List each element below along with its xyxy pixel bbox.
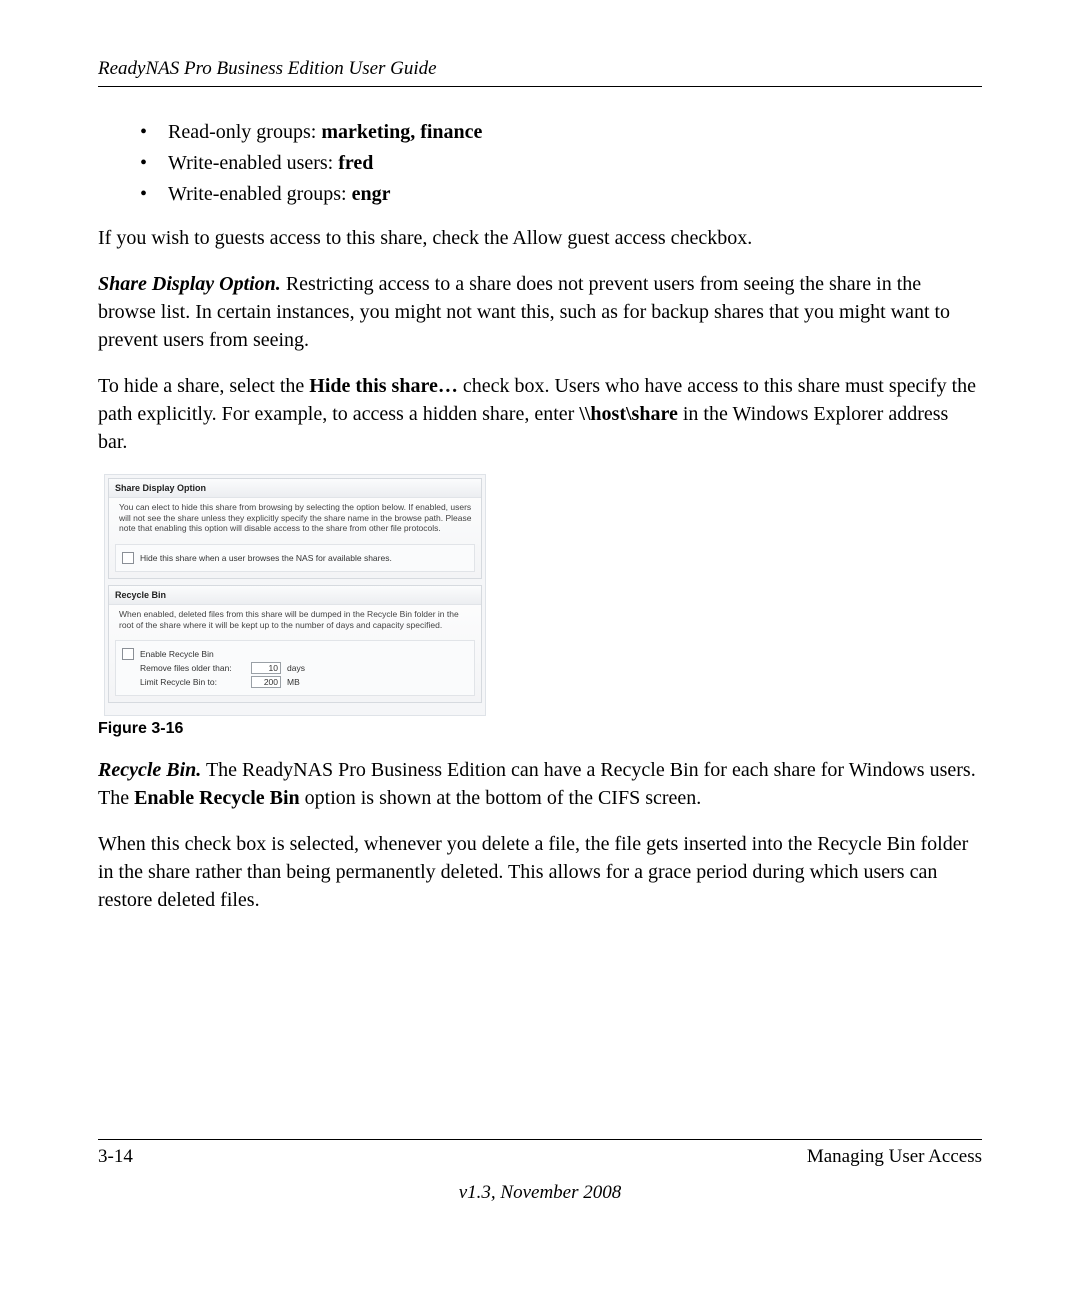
hide-share-label: Hide this share when a user browses the … xyxy=(140,553,392,563)
panel-recycle-bin: Recycle Bin When enabled, deleted files … xyxy=(108,585,482,703)
bullet-list: Read-only groups: marketing, finance Wri… xyxy=(98,117,982,210)
text-b-bold: Enable Recycle Bin xyxy=(134,787,300,809)
figure-caption: Figure 3-16 xyxy=(98,720,982,738)
list-item: Write-enabled users: fred xyxy=(162,148,982,179)
panel-title: Recycle Bin xyxy=(109,586,481,605)
footer-version: v1.3, November 2008 xyxy=(98,1182,982,1204)
list-item: Write-enabled groups: engr xyxy=(162,179,982,210)
panel-share-display: Share Display Option You can elect to hi… xyxy=(108,478,482,579)
text-c: option is shown at the bottom of the CIF… xyxy=(300,787,702,809)
footer-section: Managing User Access xyxy=(807,1146,982,1168)
remove-older-input[interactable]: 10 xyxy=(251,662,281,674)
list-item-prefix: Read-only groups: xyxy=(168,121,321,143)
running-header: ReadyNAS Pro Business Edition User Guide xyxy=(98,58,982,80)
panel-controls: Enable Recycle Bin Remove files older th… xyxy=(115,640,475,696)
list-item: Read-only groups: marketing, finance xyxy=(162,117,982,148)
limit-bin-input[interactable]: 200 xyxy=(251,676,281,688)
page-footer: 3-14 Managing User Access v1.3, November… xyxy=(98,1139,982,1204)
remove-older-label: Remove files older than: xyxy=(140,663,245,673)
paragraph-guest: If you wish to guests access to this sha… xyxy=(98,224,982,252)
panel-description: You can elect to hide this share from br… xyxy=(109,498,481,540)
limit-bin-label: Limit Recycle Bin to: xyxy=(140,677,245,687)
header-rule xyxy=(98,86,982,87)
limit-bin-unit: MB xyxy=(287,677,300,687)
run-in-heading: Recycle Bin. xyxy=(98,759,201,781)
run-in-heading: Share Display Option. xyxy=(98,273,281,295)
list-item-bold: fred xyxy=(338,152,373,174)
list-item-bold: marketing, finance xyxy=(321,121,482,143)
paragraph-hide-share: To hide a share, select the Hide this sh… xyxy=(98,372,982,456)
paragraph-share-display: Share Display Option. Restricting access… xyxy=(98,270,982,354)
text-a: To hide a share, select the xyxy=(98,375,309,397)
panel-title: Share Display Option xyxy=(109,479,481,498)
hide-share-checkbox[interactable] xyxy=(122,552,134,564)
panel-controls: Hide this share when a user browses the … xyxy=(115,544,475,572)
screenshot: Share Display Option You can elect to hi… xyxy=(104,474,486,716)
text-d-bold: \\host\share xyxy=(579,403,678,425)
page-number: 3-14 xyxy=(98,1146,133,1168)
text-b-bold: Hide this share… xyxy=(309,375,458,397)
panel-description: When enabled, deleted files from this sh… xyxy=(109,605,481,636)
list-item-prefix: Write-enabled users: xyxy=(168,152,338,174)
enable-recycle-label: Enable Recycle Bin xyxy=(140,649,214,659)
list-item-bold: engr xyxy=(352,183,391,205)
list-item-prefix: Write-enabled groups: xyxy=(168,183,352,205)
enable-recycle-checkbox[interactable] xyxy=(122,648,134,660)
paragraph-recycle-bin: Recycle Bin. The ReadyNAS Pro Business E… xyxy=(98,756,982,812)
footer-rule xyxy=(98,1139,982,1140)
paragraph-grace-period: When this check box is selected, wheneve… xyxy=(98,830,982,914)
remove-older-unit: days xyxy=(287,663,305,673)
